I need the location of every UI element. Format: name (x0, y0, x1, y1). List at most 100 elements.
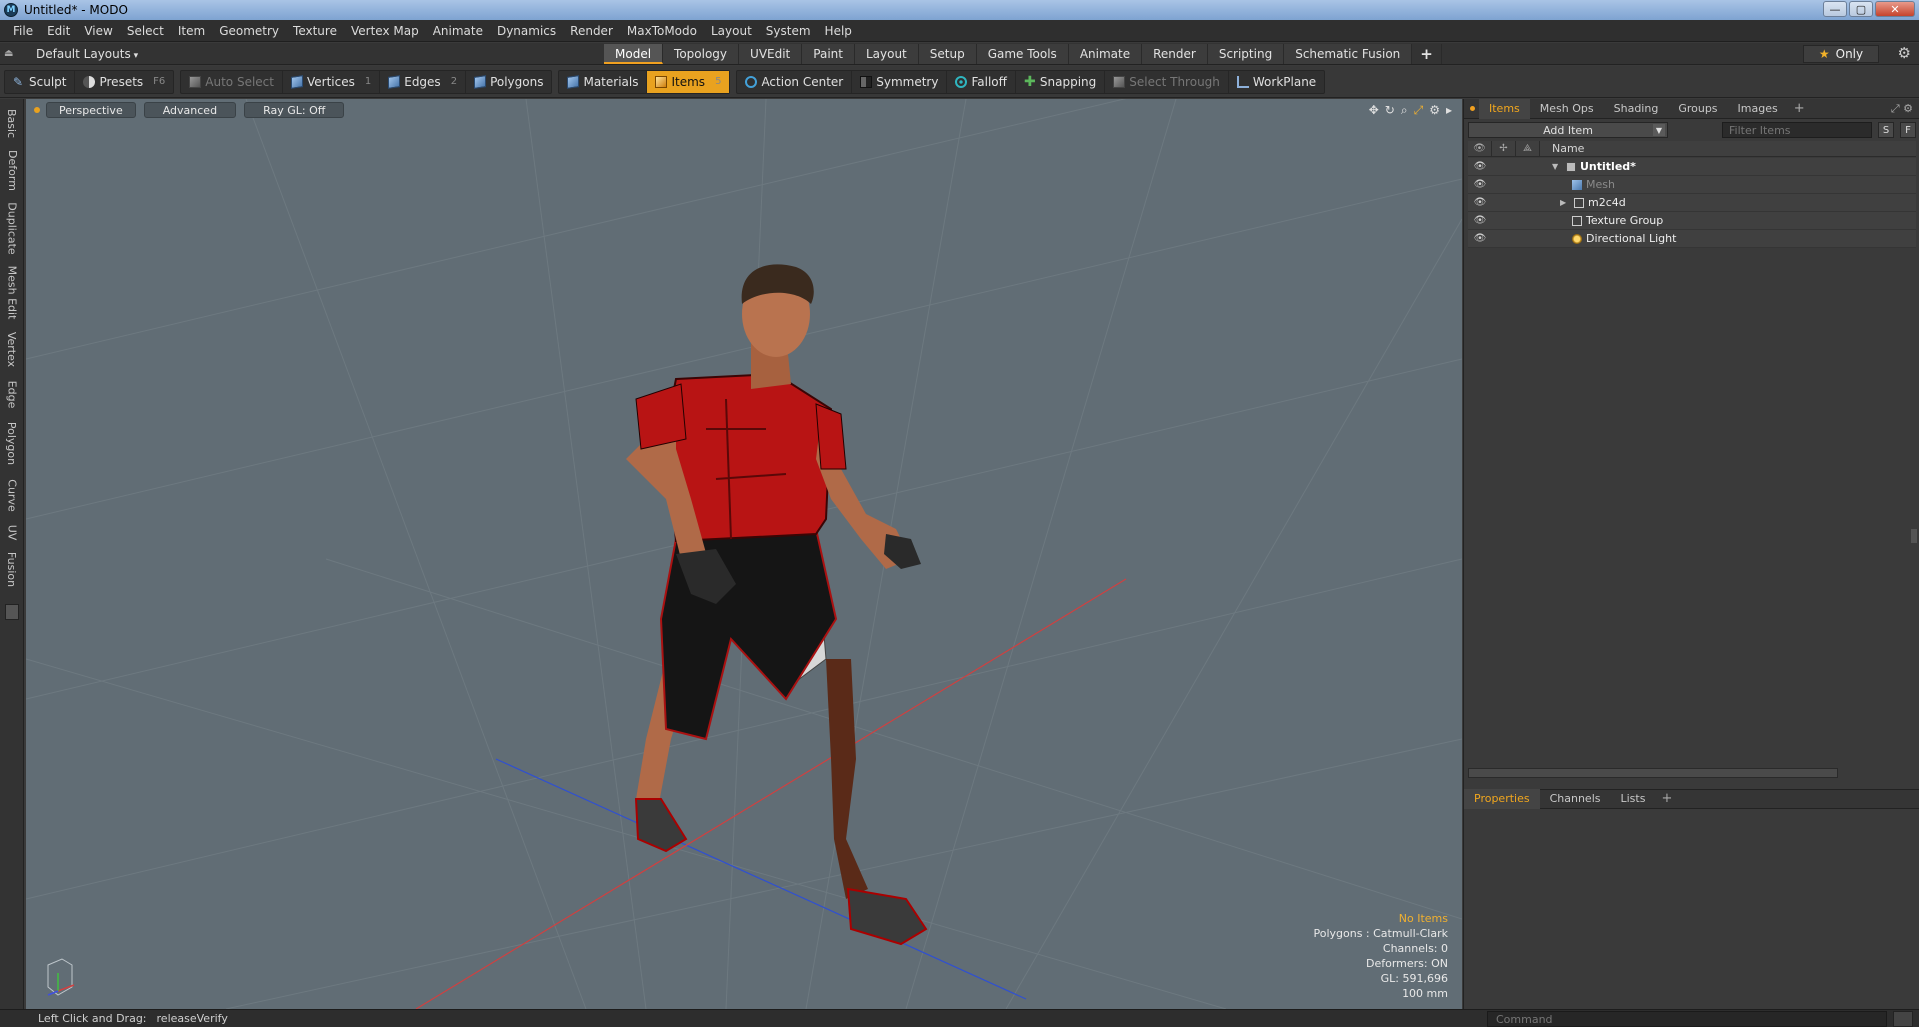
tab-setup[interactable]: Setup (918, 44, 977, 64)
s-button[interactable]: S (1878, 122, 1894, 138)
tab-topology[interactable]: Topology (663, 44, 740, 64)
panel-options-icon[interactable]: ⤢ ⚙ (1891, 102, 1913, 116)
maximize-button[interactable]: ▢ (1849, 1, 1873, 17)
tab-lists[interactable]: Lists (1611, 789, 1656, 809)
vtab-mesh-edit[interactable]: Mesh Edit (2, 261, 22, 323)
vtab-duplicate[interactable]: Duplicate (2, 197, 22, 259)
snapping-button[interactable]: ✚ Snapping (1016, 70, 1106, 93)
menu-maxtomodo[interactable]: MaxToModo (620, 24, 704, 38)
close-button[interactable]: ✕ (1875, 1, 1915, 17)
menu-layout[interactable]: Layout (704, 24, 759, 38)
tree-row[interactable]: 👁 Texture Group (1468, 212, 1916, 230)
menu-item[interactable]: Item (171, 24, 212, 38)
tab-scripting[interactable]: Scripting (1207, 44, 1285, 64)
polygons-button[interactable]: Polygons (466, 71, 551, 93)
tab-panel-toggle[interactable] (5, 604, 19, 620)
expand-triangle-icon[interactable]: ▶ (1560, 198, 1570, 207)
panel-menu-dot[interactable] (1470, 106, 1475, 111)
presets-button[interactable]: Presets F6 (75, 71, 173, 93)
action-center-button[interactable]: Action Center (737, 70, 853, 93)
rotate-view-icon[interactable]: ↻ (1385, 103, 1395, 118)
default-layouts-dropdown[interactable]: Default Layouts (36, 47, 138, 61)
menu-view[interactable]: View (77, 24, 119, 38)
tab-groups[interactable]: Groups (1668, 99, 1727, 119)
tab-game-tools[interactable]: Game Tools (976, 44, 1069, 64)
tab-images[interactable]: Images (1728, 99, 1788, 119)
eye-icon[interactable]: 👁 (1468, 161, 1492, 172)
tab-properties[interactable]: Properties (1464, 789, 1540, 809)
tab-mesh-ops[interactable]: Mesh Ops (1530, 99, 1604, 119)
menu-texture[interactable]: Texture (286, 24, 344, 38)
menu-dynamics[interactable]: Dynamics (490, 24, 563, 38)
viewport-menu-dot[interactable] (34, 107, 40, 113)
tab-items[interactable]: Items (1479, 98, 1530, 119)
menu-vertex-map[interactable]: Vertex Map (344, 24, 426, 38)
command-input[interactable] (1487, 1011, 1887, 1027)
items-button[interactable]: Items 5 (647, 70, 730, 93)
menu-select[interactable]: Select (120, 24, 171, 38)
add-tab-button[interactable]: + (1412, 44, 1442, 64)
tab-paint[interactable]: Paint (802, 44, 855, 64)
eject-icon[interactable]: ⏏ (4, 48, 22, 59)
menu-file[interactable]: File (6, 24, 40, 38)
vtab-deform[interactable]: Deform (2, 145, 22, 195)
tree-row[interactable]: 👁 Directional Light (1468, 230, 1916, 248)
tab-render[interactable]: Render (1142, 44, 1208, 64)
workplane-button[interactable]: WorkPlane (1229, 71, 1324, 93)
command-history-button[interactable] (1893, 1011, 1913, 1027)
gear-icon[interactable]: ⚙ (1898, 44, 1911, 62)
tab-layout[interactable]: Layout (854, 44, 919, 64)
horizontal-scrollbar[interactable] (1468, 768, 1838, 778)
tree-row[interactable]: 👁 ▼ Untitled* (1468, 158, 1916, 176)
zoom-view-icon[interactable]: ⌕ (1401, 103, 1408, 118)
chevron-down-icon[interactable]: ▼ (1653, 124, 1665, 136)
menu-edit[interactable]: Edit (40, 24, 77, 38)
f-button[interactable]: F (1900, 122, 1916, 138)
vtab-vertex[interactable]: Vertex (2, 325, 22, 373)
sculpt-button[interactable]: ✎ Sculpt (5, 70, 76, 93)
viewport-expand-icon[interactable]: ▸ (1446, 103, 1452, 118)
vertices-button[interactable]: Vertices 1 (283, 70, 381, 93)
tab-channels[interactable]: Channels (1540, 789, 1611, 809)
materials-button[interactable]: Materials (559, 70, 648, 93)
select-through-button[interactable]: Select Through (1105, 70, 1229, 93)
add-properties-tab-button[interactable]: + (1655, 789, 1678, 809)
lock-column-icon[interactable]: ✢ (1492, 140, 1516, 157)
auto-select-button[interactable]: Auto Select (181, 70, 283, 93)
add-panel-tab-button[interactable]: + (1788, 99, 1811, 119)
tab-model[interactable]: Model (604, 44, 664, 64)
add-item-button[interactable]: Add Item ▼ (1468, 122, 1668, 138)
render-column-icon[interactable]: ⟁ (1516, 140, 1540, 157)
advanced-dropdown[interactable]: Advanced (143, 102, 237, 118)
minimize-button[interactable]: — (1823, 1, 1847, 17)
visibility-column-icon[interactable]: 👁 (1468, 140, 1492, 157)
raygl-dropdown[interactable]: Ray GL: Off (244, 102, 345, 118)
menu-render[interactable]: Render (563, 24, 620, 38)
vtab-polygon[interactable]: Polygon (2, 415, 22, 471)
tab-animate[interactable]: Animate (1068, 44, 1143, 64)
tab-schematic-fusion[interactable]: Schematic Fusion (1284, 44, 1413, 64)
vtab-edge[interactable]: Edge (2, 375, 22, 413)
edges-button[interactable]: Edges 2 (380, 70, 467, 93)
expand-triangle-icon[interactable]: ▼ (1552, 162, 1562, 171)
vtab-uv[interactable]: UV (2, 519, 22, 545)
tree-row[interactable]: 👁 Mesh (1468, 176, 1916, 194)
tab-uvedit[interactable]: UVEdit (739, 44, 803, 64)
only-button[interactable]: ★ Only (1803, 45, 1879, 63)
fit-view-icon[interactable]: ⤢ (1414, 103, 1424, 118)
vtab-basic[interactable]: Basic (2, 103, 22, 143)
filter-items-input[interactable] (1722, 122, 1872, 138)
name-column-header[interactable]: Name (1540, 142, 1584, 155)
symmetry-button[interactable]: Symmetry (852, 70, 948, 93)
vtab-fusion[interactable]: Fusion (2, 547, 22, 591)
move-view-icon[interactable]: ✥ (1369, 103, 1379, 118)
eye-icon[interactable]: 👁 (1468, 197, 1492, 208)
menu-geometry[interactable]: Geometry (212, 24, 286, 38)
vtab-curve[interactable]: Curve (2, 473, 22, 517)
vertical-scrollbar[interactable] (1911, 529, 1917, 543)
tree-row[interactable]: 👁 ▶ m2c4d (1468, 194, 1916, 212)
3d-viewport[interactable]: Perspective Advanced Ray GL: Off ✥ ↻ ⌕ ⤢… (26, 99, 1462, 1009)
menu-help[interactable]: Help (818, 24, 859, 38)
eye-icon[interactable]: 👁 (1468, 215, 1492, 226)
menu-animate[interactable]: Animate (426, 24, 490, 38)
